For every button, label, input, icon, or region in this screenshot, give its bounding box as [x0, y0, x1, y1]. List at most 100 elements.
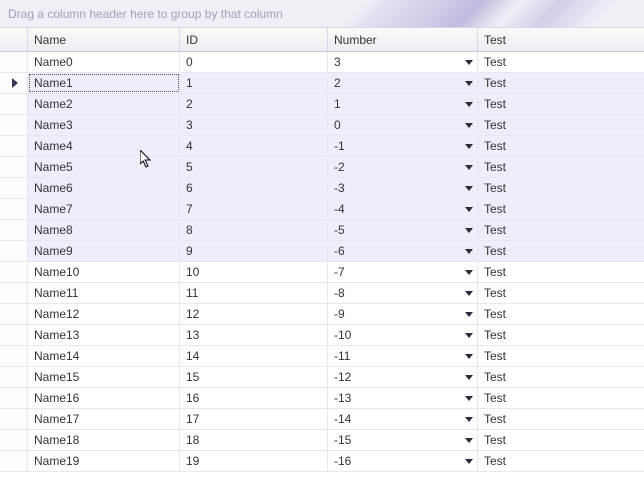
cell-test[interactable]: Test: [478, 52, 644, 72]
cell-id[interactable]: 10: [180, 262, 328, 282]
cell-number[interactable]: -10: [328, 325, 478, 345]
chevron-down-icon[interactable]: [465, 354, 473, 359]
cell-name[interactable]: Name11: [28, 283, 180, 303]
cell-number[interactable]: 3: [328, 52, 478, 72]
row-indicator[interactable]: [0, 52, 28, 72]
cell-id[interactable]: 12: [180, 304, 328, 324]
cell-number[interactable]: -6: [328, 241, 478, 261]
table-row[interactable]: Name66-3Test: [0, 178, 644, 199]
cell-number[interactable]: -5: [328, 220, 478, 240]
cell-test[interactable]: Test: [478, 136, 644, 156]
cell-id[interactable]: 16: [180, 388, 328, 408]
cell-name[interactable]: Name3: [28, 115, 180, 135]
chevron-down-icon[interactable]: [465, 81, 473, 86]
group-panel[interactable]: Drag a column header here to group by th…: [0, 0, 644, 28]
cell-name[interactable]: Name6: [28, 178, 180, 198]
cell-id[interactable]: 5: [180, 157, 328, 177]
cell-name[interactable]: Name0: [28, 52, 180, 72]
cell-id[interactable]: 9: [180, 241, 328, 261]
cell-id[interactable]: 7: [180, 199, 328, 219]
cell-test[interactable]: Test: [478, 178, 644, 198]
chevron-down-icon[interactable]: [465, 438, 473, 443]
row-indicator[interactable]: [0, 367, 28, 387]
cell-number[interactable]: -12: [328, 367, 478, 387]
column-header-test[interactable]: Test: [478, 28, 644, 51]
row-indicator[interactable]: [0, 409, 28, 429]
chevron-down-icon[interactable]: [465, 249, 473, 254]
cell-name[interactable]: Name4: [28, 136, 180, 156]
cell-name[interactable]: Name10: [28, 262, 180, 282]
cell-name[interactable]: Name13: [28, 325, 180, 345]
row-indicator[interactable]: [0, 325, 28, 345]
cell-number[interactable]: -13: [328, 388, 478, 408]
row-indicator[interactable]: [0, 304, 28, 324]
cell-test[interactable]: Test: [478, 451, 644, 471]
row-indicator[interactable]: [0, 73, 28, 93]
cell-id[interactable]: 17: [180, 409, 328, 429]
cell-test[interactable]: Test: [478, 220, 644, 240]
table-row[interactable]: Name112Test: [0, 73, 644, 94]
table-row[interactable]: Name1717-14Test: [0, 409, 644, 430]
table-row[interactable]: Name1919-16Test: [0, 451, 644, 472]
row-indicator[interactable]: [0, 283, 28, 303]
row-indicator[interactable]: [0, 94, 28, 114]
chevron-down-icon[interactable]: [465, 312, 473, 317]
cell-number[interactable]: 0: [328, 115, 478, 135]
cell-name[interactable]: Name5: [28, 157, 180, 177]
row-indicator[interactable]: [0, 346, 28, 366]
cell-name[interactable]: Name8: [28, 220, 180, 240]
cell-id[interactable]: 2: [180, 94, 328, 114]
cell-number[interactable]: -4: [328, 199, 478, 219]
cell-number[interactable]: -16: [328, 451, 478, 471]
cell-test[interactable]: Test: [478, 346, 644, 366]
chevron-down-icon[interactable]: [465, 459, 473, 464]
chevron-down-icon[interactable]: [465, 102, 473, 107]
cell-name[interactable]: Name17: [28, 409, 180, 429]
table-row[interactable]: Name1010-7Test: [0, 262, 644, 283]
table-row[interactable]: Name77-4Test: [0, 199, 644, 220]
row-indicator[interactable]: [0, 262, 28, 282]
column-header-number[interactable]: Number: [328, 28, 478, 51]
cell-id[interactable]: 0: [180, 52, 328, 72]
table-row[interactable]: Name1111-8Test: [0, 283, 644, 304]
chevron-down-icon[interactable]: [465, 333, 473, 338]
cell-test[interactable]: Test: [478, 199, 644, 219]
cell-number[interactable]: 2: [328, 73, 478, 93]
grid-body[interactable]: Name003TestName112TestName221TestName330…: [0, 52, 644, 504]
chevron-down-icon[interactable]: [465, 228, 473, 233]
cell-number[interactable]: -14: [328, 409, 478, 429]
cell-name[interactable]: Name7: [28, 199, 180, 219]
cell-id[interactable]: 11: [180, 283, 328, 303]
table-row[interactable]: Name1313-10Test: [0, 325, 644, 346]
chevron-down-icon[interactable]: [465, 417, 473, 422]
cell-test[interactable]: Test: [478, 115, 644, 135]
cell-test[interactable]: Test: [478, 388, 644, 408]
cell-test[interactable]: Test: [478, 430, 644, 450]
cell-test[interactable]: Test: [478, 367, 644, 387]
chevron-down-icon[interactable]: [465, 186, 473, 191]
cell-name[interactable]: Name14: [28, 346, 180, 366]
row-indicator[interactable]: [0, 430, 28, 450]
row-indicator[interactable]: [0, 136, 28, 156]
cell-test[interactable]: Test: [478, 304, 644, 324]
cell-name[interactable]: Name18: [28, 430, 180, 450]
cell-name[interactable]: Name19: [28, 451, 180, 471]
cell-test[interactable]: Test: [478, 94, 644, 114]
cell-id[interactable]: 1: [180, 73, 328, 93]
table-row[interactable]: Name330Test: [0, 115, 644, 136]
chevron-down-icon[interactable]: [465, 291, 473, 296]
chevron-down-icon[interactable]: [465, 207, 473, 212]
cell-name[interactable]: Name9: [28, 241, 180, 261]
chevron-down-icon[interactable]: [465, 60, 473, 65]
cell-test[interactable]: Test: [478, 262, 644, 282]
cell-name[interactable]: Name2: [28, 94, 180, 114]
cell-number[interactable]: 1: [328, 94, 478, 114]
cell-number[interactable]: -15: [328, 430, 478, 450]
table-row[interactable]: Name221Test: [0, 94, 644, 115]
table-row[interactable]: Name1818-15Test: [0, 430, 644, 451]
chevron-down-icon[interactable]: [465, 375, 473, 380]
cell-test[interactable]: Test: [478, 241, 644, 261]
cell-name[interactable]: Name12: [28, 304, 180, 324]
chevron-down-icon[interactable]: [465, 165, 473, 170]
table-row[interactable]: Name55-2Test: [0, 157, 644, 178]
